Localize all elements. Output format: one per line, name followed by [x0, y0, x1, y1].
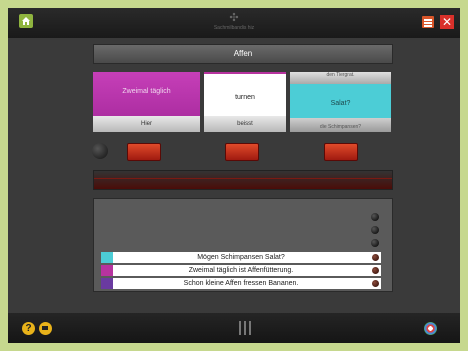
- sentence-color-swatch: [101, 265, 113, 276]
- empty-slot-dot: [371, 239, 379, 247]
- sentence-text: Mögen Schimpansen Salat?: [197, 254, 285, 261]
- app-title: Sachmilbandis hiz: [213, 25, 255, 31]
- sentence-row[interactable]: Mögen Schimpansen Salat?: [101, 252, 381, 263]
- key-icon[interactable]: [39, 322, 52, 335]
- select-button-2[interactable]: [225, 143, 259, 161]
- app-logo: ✣ Sachmilbandis hiz: [8, 12, 460, 32]
- word-card-2-text: turnen: [235, 94, 255, 101]
- sentence-color-swatch: [101, 252, 113, 263]
- globe-icon[interactable]: [424, 322, 437, 335]
- answer-bar: [93, 170, 393, 190]
- empty-slot-dot: [371, 226, 379, 234]
- help-icon[interactable]: ?: [22, 322, 35, 335]
- word-card-3-next[interactable]: die Schimpansen?: [290, 118, 391, 132]
- word-card-1[interactable]: Zweimal täglich Hier: [93, 72, 200, 132]
- topic-title: Affen: [93, 44, 393, 64]
- sentence-text: Zweimal täglich ist Affenfütterung.: [188, 267, 294, 274]
- record-button[interactable]: [92, 143, 108, 159]
- sentence-panel: Mögen Schimpansen Salat? Zweimal täglich…: [93, 198, 393, 292]
- select-button-1[interactable]: [127, 143, 161, 161]
- word-card-1-text: Zweimal täglich: [122, 88, 171, 95]
- word-card-2[interactable]: turnen beisst: [204, 72, 286, 132]
- sentence-text: Schon kleine Affen fressen Bananen.: [183, 280, 299, 287]
- word-card-3-prev[interactable]: den Tiergrat.: [290, 72, 391, 84]
- select-button-3[interactable]: [324, 143, 358, 161]
- word-card-3[interactable]: den Tiergrat. Salat? die Schimpansen?: [290, 72, 391, 132]
- sentence-play-icon[interactable]: [372, 267, 379, 274]
- app-window: ✣ Sachmilbandis hiz ✕ Affen Zweimal tägl…: [8, 8, 460, 343]
- top-bar: ✣ Sachmilbandis hiz ✕: [8, 8, 460, 38]
- app-logo-icon: ✣: [229, 12, 239, 24]
- close-icon: ✕: [441, 15, 453, 29]
- sentence-play-icon[interactable]: [372, 254, 379, 261]
- sentence-color-swatch: [101, 278, 113, 289]
- word-card-2-next[interactable]: beisst: [204, 116, 286, 132]
- word-card-1-next[interactable]: Hier: [93, 116, 200, 132]
- sentence-play-icon[interactable]: [372, 280, 379, 287]
- empty-slot-dot: [371, 213, 379, 221]
- menu-button[interactable]: [422, 16, 434, 28]
- word-card-3-text: Salat?: [330, 100, 351, 107]
- sentence-row[interactable]: Schon kleine Affen fressen Bananen.: [101, 278, 381, 289]
- bottom-bar: ?: [8, 313, 460, 343]
- sentence-row[interactable]: Zweimal täglich ist Affenfütterung.: [101, 265, 381, 276]
- close-button[interactable]: ✕: [440, 15, 454, 29]
